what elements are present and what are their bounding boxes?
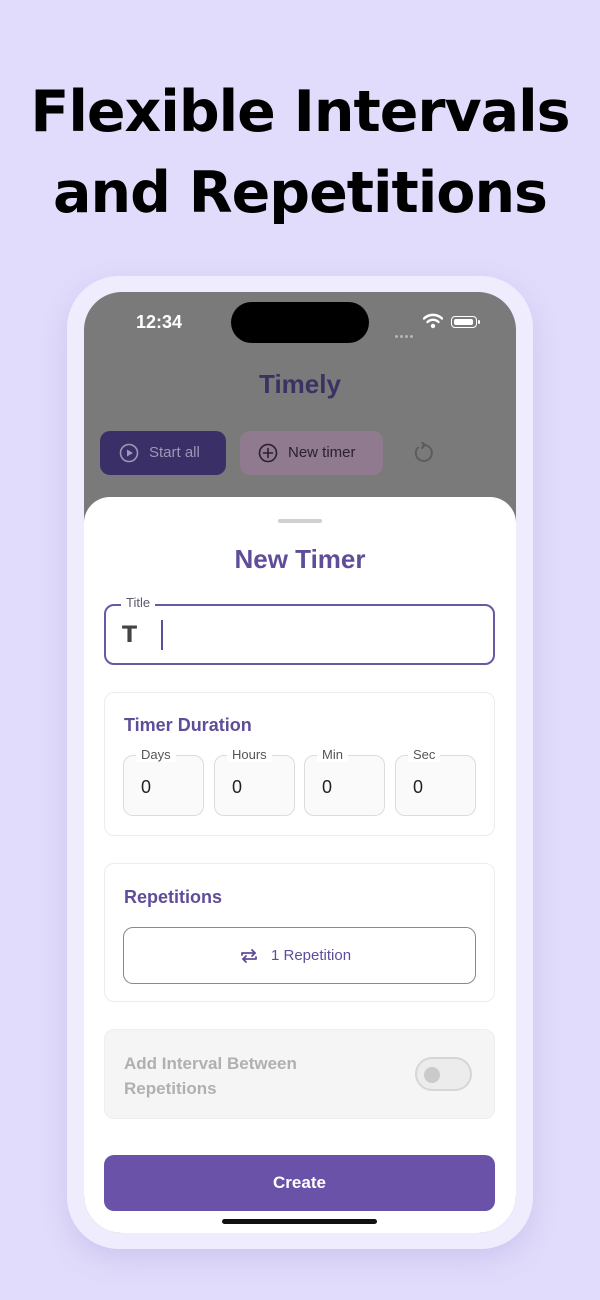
headline-line-1: Flexible Intervals <box>30 79 570 145</box>
start-all-label: Start all <box>149 444 200 461</box>
repetitions-button-label: 1 Repetition <box>271 947 352 964</box>
interval-toggle[interactable] <box>415 1057 472 1091</box>
seconds-field[interactable]: Sec 0 <box>395 747 476 816</box>
headline: Flexible Intervals and Repetitions <box>0 72 600 234</box>
interval-card: Add Interval Between Repetitions <box>104 1029 495 1119</box>
title-input[interactable]: Title T <box>104 595 495 665</box>
plus-circle-icon <box>258 443 278 463</box>
minutes-value: 0 <box>322 777 333 797</box>
reset-icon[interactable] <box>412 442 434 464</box>
days-field[interactable]: Days 0 <box>123 747 204 816</box>
repetitions-button[interactable]: 1 Repetition <box>123 927 476 984</box>
create-button[interactable]: Create <box>104 1155 495 1211</box>
days-value: 0 <box>141 777 152 797</box>
interval-toggle-knob <box>424 1067 440 1083</box>
status-time: 12:34 <box>136 312 183 332</box>
text-icon: T <box>122 623 138 648</box>
hours-value: 0 <box>232 777 243 797</box>
play-circle-icon <box>119 443 139 463</box>
title-input-label: Title <box>121 595 156 610</box>
cellular-signal-icon <box>395 325 417 338</box>
interval-label: Add Interval Between Repetitions <box>124 1054 297 1098</box>
new-timer-button[interactable]: New timer <box>240 431 383 475</box>
minutes-field[interactable]: Min 0 <box>304 747 385 816</box>
wifi-icon <box>423 313 443 329</box>
timer-duration-title: Timer Duration <box>124 715 252 735</box>
app-title: Timely <box>259 369 341 399</box>
hours-field[interactable]: Hours 0 <box>214 747 295 816</box>
home-indicator <box>222 1219 377 1224</box>
battery-icon <box>451 316 480 328</box>
sheet-drag-handle[interactable] <box>278 519 322 523</box>
sheet-title: New Timer <box>234 544 366 574</box>
seconds-value: 0 <box>413 777 424 797</box>
start-all-button[interactable]: Start all <box>100 431 226 475</box>
hours-label: Hours <box>227 747 272 762</box>
headline-line-2: and Repetitions <box>53 160 548 226</box>
timer-duration-card: Timer Duration Days 0 Hours 0 Min 0 Sec … <box>104 692 495 836</box>
text-caret <box>161 620 163 650</box>
phone-screen: 12:34 Timely Start all New timer New Tim… <box>84 292 516 1233</box>
status-bar: 12:34 <box>84 292 516 352</box>
dynamic-island <box>231 302 369 343</box>
new-timer-label: New timer <box>288 444 356 461</box>
days-label: Days <box>136 747 176 762</box>
repetitions-title: Repetitions <box>124 887 223 907</box>
repetitions-card: Repetitions 1 Repetition <box>104 863 495 1002</box>
repeat-icon <box>241 949 257 963</box>
create-button-label: Create <box>273 1173 326 1192</box>
new-timer-sheet: New Timer Title T Timer Duration Days 0 … <box>84 497 516 1233</box>
minutes-label: Min <box>317 747 348 762</box>
seconds-label: Sec <box>408 747 441 762</box>
